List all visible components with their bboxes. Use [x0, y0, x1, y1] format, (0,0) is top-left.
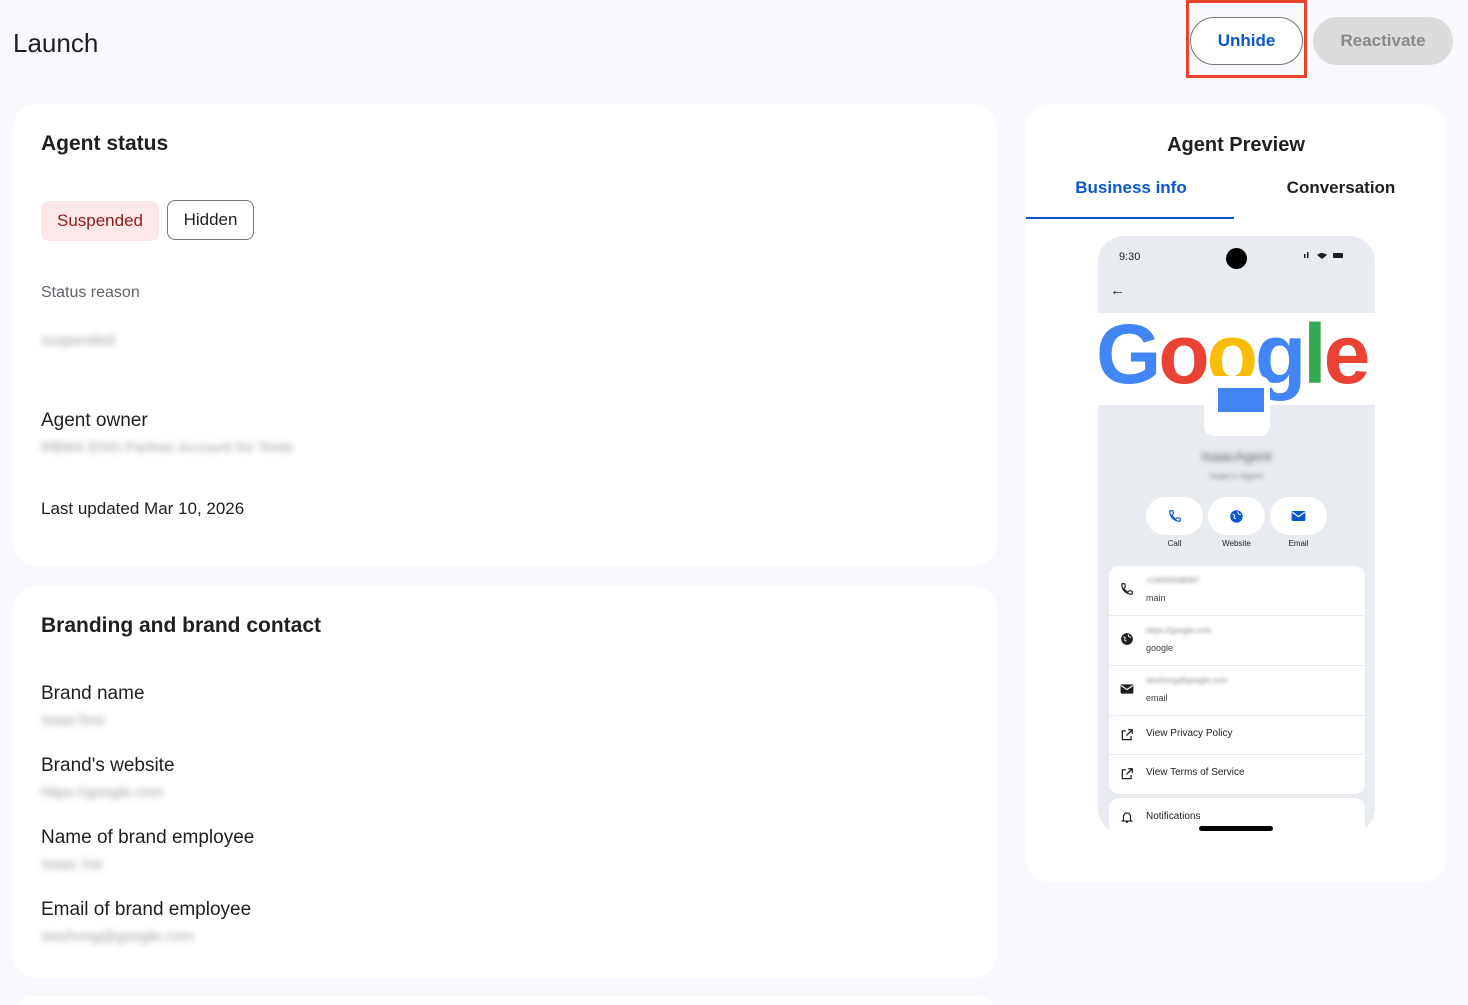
agent-display-name: IsaacAgent [1201, 448, 1272, 464]
phone-icon [1168, 510, 1181, 522]
tab-business-info[interactable]: Business info [1026, 178, 1236, 198]
tab-conversation[interactable]: Conversation [1236, 178, 1446, 198]
status-reason-value: suspended [41, 332, 115, 349]
back-arrow-icon[interactable]: ← [1110, 282, 1125, 299]
brand-website-label: Brand's website [41, 755, 175, 776]
privacy-policy-link[interactable]: View Privacy Policy [1109, 716, 1365, 755]
agent-preview-title: Agent Preview [1167, 134, 1305, 156]
employee-name-value: Isaac Xie [41, 856, 103, 873]
hidden-chip: Hidden [167, 200, 254, 240]
phone-mockup: 9:30 ← Google IsaacAgent Isaac's Agent C [1098, 236, 1375, 834]
home-indicator [1199, 826, 1273, 831]
privacy-policy-label: View Privacy Policy [1146, 728, 1233, 739]
employee-email-label: Email of brand employee [41, 899, 252, 920]
contact-value: xiezhong@google.com [1146, 676, 1228, 685]
terms-of-service-label: View Terms of Service [1146, 767, 1245, 778]
agent-owner-value: RBMX ENG Partner Account for Tests [41, 439, 293, 456]
phone-icon [1121, 583, 1133, 595]
next-card [13, 996, 997, 1005]
email-label: Email [1288, 539, 1309, 548]
website-action[interactable] [1208, 497, 1265, 535]
contact-value: https://google.com [1146, 626, 1212, 635]
terms-of-service-link[interactable]: View Terms of Service [1109, 755, 1365, 794]
phone-time: 9:30 [1119, 251, 1141, 263]
contact-label: google [1146, 643, 1174, 653]
notifications-label: Notifications [1146, 811, 1201, 822]
website-label: Website [1222, 539, 1251, 548]
agent-owner-label: Agent owner [41, 410, 148, 431]
contact-value: +14055548397 [1146, 576, 1200, 585]
unhide-button[interactable]: Unhide [1190, 17, 1303, 65]
camera-icon [1226, 248, 1247, 269]
last-updated: Last updated Mar 10, 2026 [41, 499, 245, 518]
agent-status-card: Agent status Suspended Hidden Status rea… [13, 104, 997, 566]
external-link-icon [1121, 768, 1133, 780]
globe-icon [1230, 509, 1243, 523]
call-action[interactable] [1146, 497, 1203, 535]
contact-label: email [1146, 693, 1168, 703]
globe-icon [1121, 633, 1133, 645]
contact-row-website[interactable]: https://google.com google [1109, 616, 1365, 666]
page-title: Launch [13, 28, 99, 58]
contact-label: main [1146, 593, 1166, 603]
agent-display-subtitle: Isaac's Agent [1209, 471, 1264, 481]
brand-website-value: https://google.com [41, 784, 164, 801]
call-label: Call [1167, 539, 1182, 548]
branding-card: Branding and brand contact Brand name Is… [13, 586, 997, 978]
agent-status-title: Agent status [41, 132, 169, 155]
logo-tile [1204, 376, 1270, 436]
reactivate-button[interactable]: Reactivate [1313, 17, 1453, 65]
agent-preview-card: Agent Preview Business info Conversation… [1026, 104, 1446, 882]
contact-row-email[interactable]: xiezhong@google.com email [1109, 666, 1365, 716]
suspended-chip: Suspended [41, 201, 159, 241]
mail-icon [1291, 511, 1306, 521]
status-reason-label: Status reason [41, 284, 140, 301]
email-action[interactable] [1270, 497, 1327, 535]
bell-icon [1120, 812, 1134, 823]
external-link-icon [1121, 729, 1133, 741]
mail-icon [1120, 684, 1134, 694]
employee-email-value: xiezhong@google.com [41, 928, 194, 945]
status-bar-icons [1302, 250, 1352, 263]
branding-title: Branding and brand contact [41, 614, 322, 637]
brand-name-value: IsaacTest [41, 712, 105, 729]
tab-active-indicator [1026, 217, 1234, 219]
employee-name-label: Name of brand employee [41, 827, 255, 848]
brand-name-label: Brand name [41, 683, 145, 704]
contact-row-phone[interactable]: +14055548397 main [1109, 566, 1365, 616]
contact-list: +14055548397 main https://google.com goo… [1109, 566, 1365, 794]
